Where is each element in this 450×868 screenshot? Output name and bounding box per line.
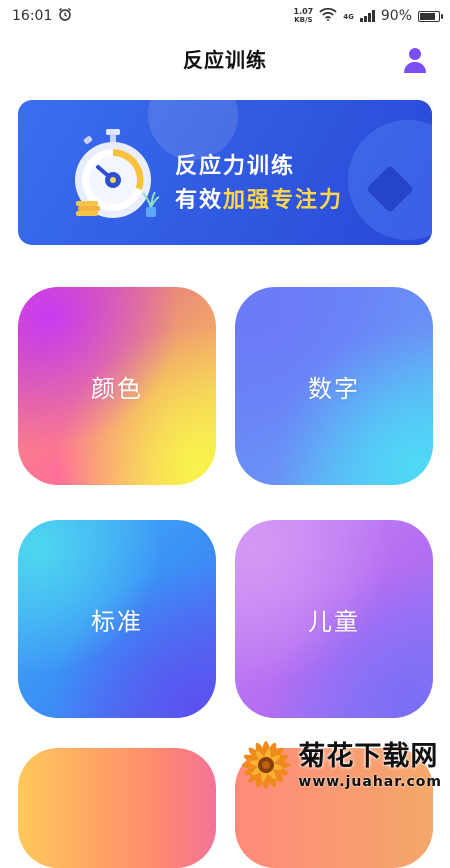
mode-tile-partial[interactable] (18, 748, 216, 868)
user-icon (404, 48, 426, 73)
watermark: 菊花下载网 www.juahar.com (238, 734, 442, 796)
network-speed-unit: KB/S (294, 16, 313, 24)
wifi-icon (319, 7, 337, 25)
network-type: 4G (343, 13, 354, 21)
battery-fill (420, 12, 435, 20)
mode-tile-number[interactable]: 数字 (235, 287, 433, 485)
alarm-icon (58, 7, 72, 25)
status-time: 16:01 (12, 8, 53, 24)
banner-title: 反应力训练 (175, 154, 296, 179)
tile-label: 儿童 (308, 607, 360, 636)
watermark-text: 菊花下载网 www.juahar.com (298, 740, 442, 790)
watermark-url: www.juahar.com (298, 774, 442, 790)
tile-label: 标准 (91, 607, 143, 636)
banner-subtitle-highlight: 加强专注力 (223, 188, 344, 213)
mode-tile-standard[interactable]: 标准 (18, 520, 216, 718)
watermark-title: 菊花下载网 (298, 741, 439, 772)
banner-subtitle-normal: 有效 (175, 188, 224, 213)
flower-logo-icon (242, 741, 291, 789)
page-title: 反应训练 (183, 47, 267, 72)
promo-banner[interactable]: 反应力训练 有效加强专注力 (18, 100, 432, 245)
network-speed: 1.07 KB/S (294, 7, 314, 25)
tile-label: 颜色 (91, 374, 143, 403)
battery-icon (418, 10, 443, 22)
status-right: 1.07 KB/S 4G 90% (294, 7, 443, 25)
banner-subtitle: 有效加强专注力 (175, 182, 343, 214)
signal-icon (359, 10, 375, 22)
status-bar: 16:01 1.07 KB/S 4G 90% (0, 0, 450, 32)
network-speed-value: 1.07 (293, 7, 314, 16)
tile-label: 数字 (308, 374, 360, 403)
status-left: 16:01 (12, 7, 72, 25)
mode-tile-children[interactable]: 儿童 (235, 520, 433, 718)
battery-percent: 90% (380, 8, 412, 24)
profile-button[interactable] (400, 43, 430, 73)
app-header: 反应训练 (0, 38, 450, 78)
stopwatch-icon (75, 129, 160, 218)
mode-tile-color[interactable]: 颜色 (18, 287, 216, 485)
